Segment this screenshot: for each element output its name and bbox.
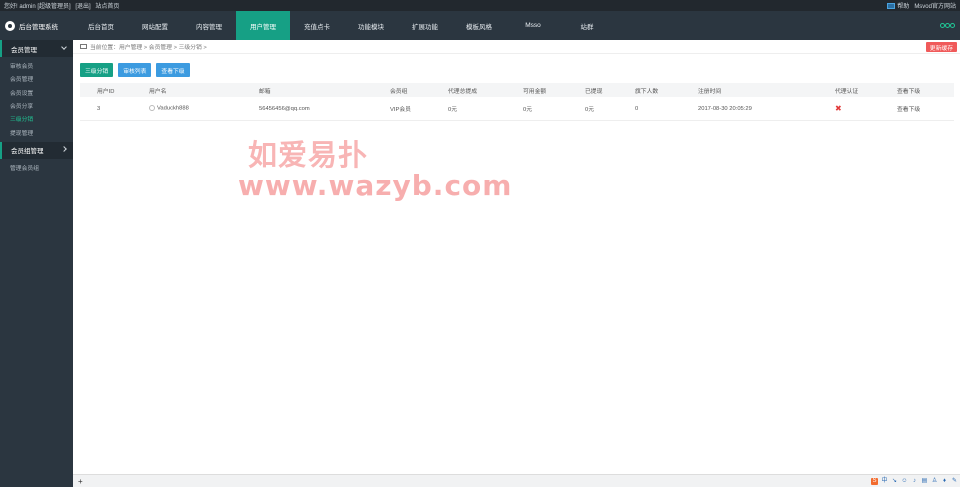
watermark-logo: 如爱易扑: [248, 138, 369, 172]
nav-msso[interactable]: Msso: [506, 11, 560, 40]
col-view-downline: 查看下级: [897, 88, 921, 95]
nav-content[interactable]: 内容管理: [182, 11, 236, 40]
ime-voice-icon[interactable]: ♪: [911, 478, 918, 485]
nav-site-config[interactable]: 网站配置: [128, 11, 182, 40]
bottom-bar: + S 中 ↘ ☺ ♪ ▤ ♙ ♦ ✎: [73, 474, 960, 487]
ime-user-icon[interactable]: ♙: [931, 478, 938, 485]
help-label: 帮助: [897, 4, 910, 10]
view-downline-link[interactable]: 查看下级: [897, 104, 954, 113]
sidebar-item-member-share[interactable]: 会员分享: [0, 99, 73, 112]
logout-link[interactable]: [退出]: [75, 4, 90, 10]
cell-email: 56456456@qq.com: [259, 105, 310, 112]
toggle-icon[interactable]: [940, 11, 955, 40]
main-nav: 后台管理系统 后台首页 网站配置 内容管理 用户管理 充值点卡 功能模块 扩展功…: [0, 11, 960, 40]
close-icon: ✖: [835, 104, 842, 113]
table-row: 3 Vaduckh888 56456456@qq.com VIP会员 0元 0元…: [80, 97, 954, 121]
col-available: 可用金额: [523, 88, 547, 95]
sidebar-item-audit[interactable]: 审核会员: [0, 59, 73, 72]
col-group: 会员组: [390, 88, 408, 95]
official-site-link[interactable]: Msvod官方网站: [914, 1, 956, 10]
breadcrumb-text: 当前位置：用户管理 > 会员管理 > 三级分销 >: [90, 45, 207, 51]
col-username: 用户名: [149, 88, 167, 95]
cell-verified: ✖: [835, 104, 897, 113]
sidebar-group-member-groups[interactable]: 会员组管理: [0, 141, 73, 159]
cell-username: Vaduckh888: [149, 105, 259, 112]
nav-modules[interactable]: 功能模块: [344, 11, 398, 40]
ime-lang-icon[interactable]: 中: [881, 478, 888, 485]
view-downline-button[interactable]: 查看下级: [156, 63, 190, 77]
brand: 后台管理系统: [0, 11, 72, 40]
add-icon[interactable]: +: [78, 477, 83, 486]
user-icon: [149, 105, 155, 112]
cell-reg-time: 2017-08-30 20:05:29: [698, 105, 752, 112]
col-user-id: 用户ID: [97, 88, 115, 95]
nav-users[interactable]: 用户管理: [236, 11, 290, 40]
cell-withdrawn: 0元: [585, 107, 595, 113]
cell-total-commission: 0元: [448, 107, 458, 113]
col-email: 邮箱: [259, 88, 271, 95]
col-total-commission: 代理总提成: [448, 88, 477, 95]
refresh-cache-button[interactable]: 更新缓存: [925, 42, 957, 52]
sidebar-item-member-settings[interactable]: 会员设置: [0, 86, 73, 99]
cell-members: 0: [635, 105, 639, 112]
gear-icon: [5, 20, 15, 31]
nav-recharge[interactable]: 充值点卡: [290, 11, 344, 40]
nav-home[interactable]: 后台首页: [74, 11, 128, 40]
col-withdrawn: 已提现: [585, 88, 603, 95]
cell-username-text: Vaduckh888: [157, 105, 189, 112]
breadcrumb: 当前位置：用户管理 > 会员管理 > 三级分销 >: [73, 40, 960, 54]
nav-site-group[interactable]: 站群: [560, 11, 614, 40]
ime-tools-icon[interactable]: ✎: [951, 478, 958, 485]
sidebar-item-member-manage[interactable]: 会员管理: [0, 72, 73, 85]
help-link[interactable]: 帮助: [887, 1, 909, 10]
cell-user-id: 3: [97, 105, 101, 112]
col-members: 旗下人数: [635, 88, 659, 95]
sidebar: 会员管理 审核会员 会员管理 会员设置 会员分享 三级分销 提现管理 会员组管理…: [0, 40, 73, 487]
watermark-url: www.wazyb.com: [238, 169, 513, 202]
main-content: 当前位置：用户管理 > 会员管理 > 三级分销 > 更新缓存 三级分销 审核列表…: [73, 40, 960, 487]
ime-logo-icon[interactable]: S: [871, 477, 878, 485]
sidebar-group-label: 会员管理: [11, 46, 37, 54]
distribution-button[interactable]: 三级分销: [80, 63, 114, 77]
audit-list-button[interactable]: 审核列表: [118, 63, 152, 77]
ime-emoji-icon[interactable]: ☺: [901, 478, 908, 485]
sidebar-item-distribution[interactable]: 三级分销: [0, 112, 73, 125]
sidebar-item-manage-groups[interactable]: 管理会员组: [0, 161, 73, 174]
monitor-icon: [887, 3, 896, 10]
monitor-icon: [80, 44, 87, 49]
cell-group: VIP会员: [390, 107, 411, 113]
cell-available: 0元: [523, 107, 533, 113]
site-home-link[interactable]: 站点首页: [95, 4, 119, 10]
brand-title: 后台管理系统: [19, 23, 58, 31]
sidebar-group-label: 会员组管理: [11, 148, 44, 156]
sidebar-item-withdraw[interactable]: 提现管理: [0, 125, 73, 138]
chevron-right-icon: [61, 145, 67, 152]
col-verified: 代理认证: [835, 88, 859, 95]
distribution-table: 用户ID 用户名 邮箱 会员组 代理总提成 可用金额 已提现 旗下人数 注册时间…: [80, 83, 954, 121]
system-tray: S 中 ↘ ☺ ♪ ▤ ♙ ♦ ✎: [871, 477, 958, 485]
sidebar-group-members[interactable]: 会员管理: [0, 40, 73, 57]
ime-skin-icon[interactable]: ♦: [941, 478, 948, 485]
greeting-text: 您好! admin [超级管理员]: [4, 4, 71, 10]
top-info-bar: 您好! admin [超级管理员] [退出] 站点首页 帮助 Msvod官方网站: [0, 0, 960, 11]
table-header: 用户ID 用户名 邮箱 会员组 代理总提成 可用金额 已提现 旗下人数 注册时间…: [80, 83, 954, 97]
nav-templates[interactable]: 模板风格: [452, 11, 506, 40]
ime-keyboard-icon[interactable]: ▤: [921, 478, 928, 485]
chevron-down-icon: [61, 44, 67, 50]
col-reg-time: 注册时间: [698, 88, 722, 95]
ime-punct-icon[interactable]: ↘: [891, 478, 898, 485]
nav-extensions[interactable]: 扩展功能: [398, 11, 452, 40]
